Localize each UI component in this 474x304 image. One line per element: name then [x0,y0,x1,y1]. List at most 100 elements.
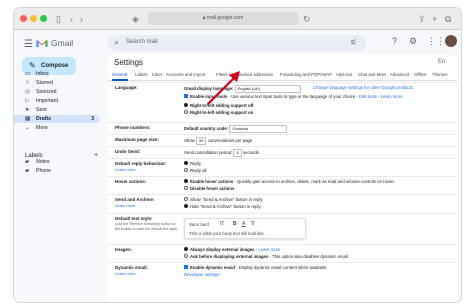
rtl-on-label: Right-to-left editing support on [190,110,254,115]
sidebar-item-drafts[interactable]: ▤ Drafts 3 [14,115,100,123]
country-code-select[interactable]: Grenada [229,125,288,133]
enable-hover-description: - Quickly gain access to archive, delete… [233,179,395,184]
edit-tools-link[interactable]: Edit tools [359,94,377,99]
sidebar-item-more[interactable]: ⌄ More [14,124,100,132]
reply-all-option-label: Reply all [190,168,207,173]
enable-dynamic-email-option[interactable]: Enable dynamic email - Display dynamic e… [184,265,328,270]
sidebar-item-label: Sent [36,107,47,113]
forward-icon[interactable]: › [80,12,83,26]
reply-option[interactable]: Reply [184,161,201,166]
reply-radio[interactable] [184,161,188,166]
tab-filters-and-blocked-addresses[interactable]: Filters and blocked addresses [216,72,273,77]
always-display-images-radio[interactable] [184,247,188,252]
new-tab-icon[interactable]: + [432,12,437,26]
display-language-setting: Gmail display language: English (UK) [184,85,301,93]
main-menu-icon[interactable]: ☰ [24,39,33,50]
hover-actions-label: Hover actions: [115,179,147,184]
change-language-link[interactable]: Change language settings for other Googl… [313,85,413,90]
share-icon[interactable]: ⇪ [418,12,426,26]
disable-hover-label: Disable hover actions [190,186,235,191]
sidebar-item-starred[interactable]: ☆ Starred [14,79,100,87]
remove-formatting-icon[interactable]: T̸ [251,221,254,227]
sidebar-item-important[interactable]: ▷ Important [14,97,100,105]
language-row: Language: Gmail display language: Englis… [108,82,457,122]
tab-general[interactable]: General [112,72,127,77]
reply-all-option[interactable]: Reply all [184,168,206,173]
label-item-notes[interactable]: ▰ Notes [14,158,100,166]
page-size-select[interactable]: 50 [195,137,207,145]
tab-forwarding-and-pop-imap[interactable]: Forwarding and POP/IMAP [280,72,332,77]
display-language-select[interactable]: English (UK) [234,85,301,93]
search-bar[interactable]: ⌕ Search mail ⚟ [108,35,366,51]
text-color-icon[interactable]: A [242,221,245,227]
reply-all-radio[interactable] [184,168,188,173]
show-send-archive-option[interactable]: Show "Send & Archive" button in reply [184,197,263,202]
hide-send-archive-radio[interactable] [184,204,188,209]
settings-gear-icon[interactable]: ⚙ [409,36,417,47]
enable-hover-option[interactable]: Enable hover actions - Quickly gain acce… [184,179,395,184]
rtl-on-radio[interactable] [184,110,188,115]
tab-inbox[interactable]: Inbox [152,72,163,77]
sidebar-item-sent[interactable]: ➤ Sent [14,106,100,114]
show-send-archive-radio[interactable] [184,197,188,202]
tab-chat-and-meet[interactable]: Chat and Meet [358,72,386,77]
tab-offline[interactable]: Offline [414,72,426,77]
label-item-phone[interactable]: ▰ Phone [14,167,100,175]
sidebar-toggle-icon[interactable]: ▯ [56,12,61,26]
ask-before-images-option[interactable]: Ask before displaying external images - … [184,254,349,259]
shield-icon[interactable]: ◈ [132,12,139,26]
rtl-on-option[interactable]: Right-to-left editing support on [184,110,253,115]
reply-learn-more-link[interactable]: Learn more [115,167,135,172]
apps-grid-icon[interactable]: ⋮⋮ [427,36,445,47]
sidebar-item-inbox[interactable]: ▭ Inbox [14,70,100,78]
enable-hover-radio[interactable] [184,179,188,184]
ask-before-images-radio[interactable] [184,254,188,259]
settings-tabs: General Labels Inbox Accounts and Import Fil… [108,71,457,81]
tab-labels[interactable]: Labels [135,72,148,77]
rtl-off-radio[interactable] [184,103,188,108]
tab-advanced[interactable]: Advanced [390,72,409,77]
address-bar[interactable]: 🔒︎ mail.google.com [148,12,298,25]
font-family-select[interactable]: Sans Serif [189,222,209,227]
hide-send-archive-option[interactable]: Hide "Send & Archive" button in reply [184,204,261,209]
send-archive-learn-more-link[interactable]: Learn more [115,203,135,208]
images-learn-more-link[interactable]: Learn more [258,247,280,252]
sidebar-item-label: More [36,125,48,131]
disable-hover-radio[interactable] [184,186,188,191]
back-icon[interactable]: ‹ [70,12,73,26]
font-size-icon[interactable]: tT [220,221,224,227]
reply-option-label: Reply [190,161,201,166]
sidebar-item-label: Starred [36,80,54,86]
phone-row: Phone numbers: Default country code: Gre… [108,122,457,134]
text-style-editor[interactable]: Sans Serif tT B A T̸ This is what your b… [184,218,306,239]
inbox-icon: ▭ [25,71,31,77]
cancellation-period-select[interactable]: 5 [233,149,242,157]
enable-input-tools-checkbox[interactable] [184,94,188,99]
account-avatar[interactable] [445,35,457,47]
sidebar-item-label: Inbox [36,71,49,77]
keyboard-language-indicator[interactable]: En [438,59,445,65]
close-window-button[interactable] [20,15,27,22]
minimize-window-button[interactable] [30,15,37,22]
rtl-off-option[interactable]: Right-to-left editing support off [184,103,253,108]
reload-icon[interactable]: ↻ [303,12,311,26]
search-input[interactable]: Search mail [126,39,158,45]
enable-dynamic-email-checkbox[interactable] [184,265,188,270]
bold-icon[interactable]: B [233,221,237,227]
disable-hover-option[interactable]: Disable hover actions [184,186,234,191]
input-tools-learn-more-link[interactable]: Learn more [381,94,403,99]
tab-overview-icon[interactable]: ⧉ [445,12,451,26]
tab-accounts-and-import[interactable]: Accounts and Import [166,72,205,77]
label-item-name: Phone [36,168,52,174]
page-size-label: Maximum page size: [115,137,159,142]
zoom-window-button[interactable] [40,15,47,22]
search-icon[interactable]: ⌕ [114,37,119,48]
tab-add-ons[interactable]: Add-ons [336,72,352,77]
tab-themes[interactable]: Themes [432,72,448,77]
developer-settings-link[interactable]: Developer settings [184,272,220,277]
help-icon[interactable]: ? [392,36,397,46]
dynamic-learn-more-link[interactable]: Learn more [115,271,135,276]
always-display-images-option[interactable]: Always display external images - Learn m… [184,247,280,252]
sidebar-item-snoozed[interactable]: ◷ Snoozed [14,88,100,96]
search-options-icon[interactable]: ⚟ [350,38,357,47]
